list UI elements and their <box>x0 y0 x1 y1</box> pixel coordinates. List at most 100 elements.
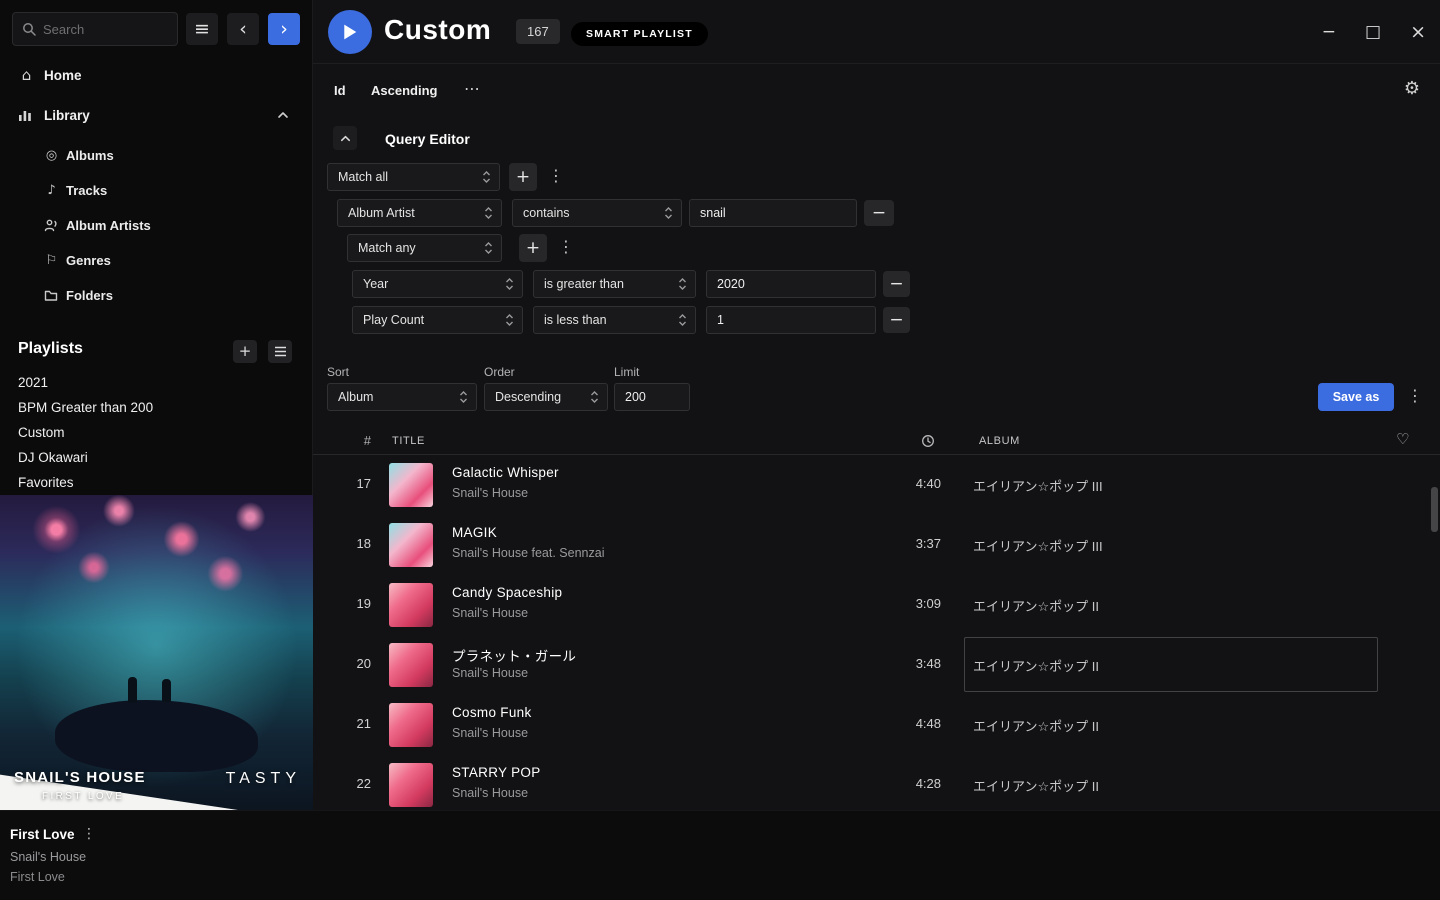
select-value: is greater than <box>544 277 624 291</box>
group-options-button[interactable]: ⋮ <box>558 239 574 255</box>
artwork-figure <box>128 677 137 703</box>
select-arrows-icon <box>484 206 493 220</box>
playlist-name: DJ Okawari <box>18 450 88 465</box>
playlist-item[interactable]: BPM Greater than 200 <box>0 395 312 420</box>
table-row[interactable]: 21 Cosmo Funk Snail's House 4:48 エイリアン☆ポ… <box>313 695 1440 755</box>
artwork-artist: SNAIL'S HOUSE <box>14 769 146 786</box>
settings-gear-icon[interactable]: ⚙ <box>1404 80 1420 98</box>
maximize-button[interactable]: □ <box>1365 24 1381 41</box>
chevron-up-icon[interactable] <box>276 108 290 122</box>
sidebar-item-album-artists[interactable]: Album Artists <box>0 210 312 240</box>
rule-field-select[interactable]: Album Artist <box>337 199 502 227</box>
sort-select[interactable]: Album <box>327 383 477 411</box>
remove-rule-button[interactable]: − <box>883 307 910 333</box>
album-art-thumbnail <box>389 583 433 627</box>
track-title: Candy Spaceship <box>452 585 562 600</box>
table-row[interactable]: 17 Galactic Whisper Snail's House 4:40 エ… <box>313 455 1440 515</box>
list-icon <box>274 346 287 357</box>
match-select[interactable]: Match all <box>327 163 500 191</box>
rule-operator-select[interactable]: contains <box>512 199 682 227</box>
playlist-item[interactable]: DJ Okawari <box>0 445 312 470</box>
sidebar-item-albums[interactable]: ◎ Albums <box>0 140 312 170</box>
column-header-title[interactable]: TITLE <box>392 435 425 447</box>
track-number: 20 <box>340 656 371 671</box>
album-art-thumbnail <box>389 643 433 687</box>
playlist-item[interactable]: 2021 <box>0 370 312 395</box>
sidebar-item-library[interactable]: Library <box>0 102 312 128</box>
select-arrows-icon <box>505 277 514 291</box>
track-album: エイリアン☆ポップ II <box>973 596 1099 615</box>
albums-icon: ◎ <box>44 149 59 162</box>
chevron-up-icon <box>339 132 352 145</box>
sort-direction-button[interactable]: Ascending <box>371 83 437 98</box>
select-value: Play Count <box>363 313 424 327</box>
heart-column-icon[interactable]: ♡ <box>1396 432 1409 447</box>
track-duration: 3:09 <box>873 596 941 611</box>
select-value: Match all <box>338 170 388 184</box>
track-album: エイリアン☆ポップ II <box>973 776 1099 795</box>
play-icon <box>343 24 357 40</box>
sidebar: ≡ ‹ › ⌂ Home Library ◎ Albums ♪ Tracks <box>0 0 313 810</box>
add-playlist-button[interactable]: + <box>233 340 257 363</box>
table-row[interactable]: 19 Candy Spaceship Snail's House 3:09 エイ… <box>313 575 1440 635</box>
playlist-list-button[interactable] <box>268 340 292 363</box>
rule-operator-select[interactable]: is greater than <box>533 270 696 298</box>
flag-icon: ⚐ <box>44 254 59 267</box>
query-editor-collapse-button[interactable] <box>333 126 357 150</box>
track-album: エイリアン☆ポップ II <box>973 656 1099 675</box>
column-header-album[interactable]: ALBUM <box>979 435 1020 447</box>
sidebar-item-home[interactable]: ⌂ Home <box>0 62 312 88</box>
select-arrows-icon <box>505 313 514 327</box>
scrollbar-thumb[interactable] <box>1431 487 1438 532</box>
playlist-item[interactable]: Custom <box>0 420 312 445</box>
select-arrows-icon <box>678 277 687 291</box>
track-duration: 3:48 <box>873 656 941 671</box>
smart-playlist-badge: SMART PLAYLIST <box>571 22 708 46</box>
rule-value-input[interactable] <box>706 270 876 298</box>
group-options-button[interactable]: ⋮ <box>548 168 564 184</box>
track-title: STARRY POP <box>452 765 541 780</box>
rule-value-input[interactable] <box>689 199 857 227</box>
forward-button[interactable]: › <box>268 13 300 45</box>
add-rule-button[interactable]: + <box>519 234 547 262</box>
remove-rule-button[interactable]: − <box>883 271 910 297</box>
order-select[interactable]: Descending <box>484 383 608 411</box>
library-icon <box>18 108 35 122</box>
rule-operator-select[interactable]: is less than <box>533 306 696 334</box>
more-options-icon[interactable]: ⋯ <box>464 81 480 97</box>
sidebar-item-label: Albums <box>66 148 114 163</box>
playlist-item[interactable]: Favorites <box>0 470 312 495</box>
minimize-button[interactable]: − <box>1322 24 1336 41</box>
search-box[interactable] <box>12 12 178 46</box>
rule-field-select[interactable]: Year <box>352 270 523 298</box>
select-value: contains <box>523 206 570 220</box>
search-input[interactable] <box>43 22 168 37</box>
table-row[interactable]: 20 プラネット・ガール Snail's House 3:48 エイリアン☆ポッ… <box>313 635 1440 695</box>
window-controls: − □ × <box>1322 0 1426 64</box>
column-header-number[interactable]: # <box>349 433 371 448</box>
sidebar-item-label: Tracks <box>66 183 107 198</box>
add-rule-button[interactable]: + <box>509 163 537 191</box>
table-row[interactable]: 18 MAGIK Snail's House feat. Sennzai 3:3… <box>313 515 1440 575</box>
close-button[interactable]: × <box>1410 23 1426 42</box>
sidebar-item-folders[interactable]: Folders <box>0 280 312 310</box>
save-options-button[interactable]: ⋮ <box>1407 388 1423 404</box>
sidebar-item-tracks[interactable]: ♪ Tracks <box>0 175 312 205</box>
rule-value-input[interactable] <box>706 306 876 334</box>
remove-rule-button[interactable]: − <box>864 200 894 226</box>
clock-icon[interactable] <box>921 434 935 448</box>
match-select[interactable]: Match any <box>347 234 502 262</box>
artwork-rock <box>55 700 258 772</box>
menu-button[interactable]: ≡ <box>186 13 218 45</box>
save-as-button[interactable]: Save as <box>1318 383 1394 411</box>
rule-field-select[interactable]: Play Count <box>352 306 523 334</box>
track-options-icon[interactable]: ⋮ <box>82 827 96 841</box>
sort-column-button[interactable]: Id <box>334 83 346 98</box>
sidebar-item-genres[interactable]: ⚐ Genres <box>0 245 312 275</box>
play-playlist-button[interactable] <box>328 10 372 54</box>
artwork-title: FIRST LOVE <box>42 791 124 802</box>
album-art-thumbnail <box>389 703 433 747</box>
table-row[interactable]: 22 STARRY POP Snail's House 4:28 エイリアン☆ポ… <box>313 755 1440 810</box>
back-button[interactable]: ‹ <box>227 13 259 45</box>
limit-input[interactable] <box>614 383 690 411</box>
